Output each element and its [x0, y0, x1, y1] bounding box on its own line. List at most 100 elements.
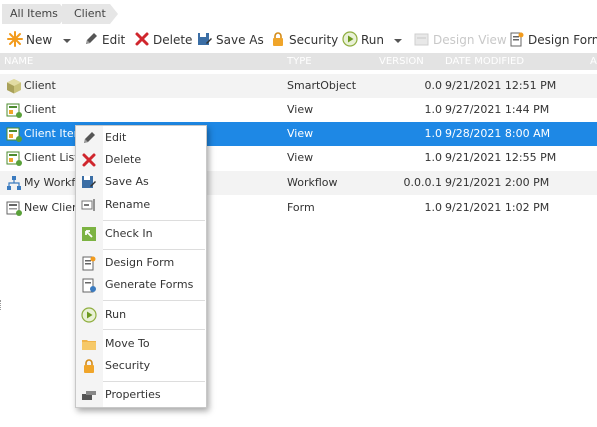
security-button[interactable]: Security — [270, 31, 338, 49]
design-view-button[interactable]: Design View — [414, 31, 507, 49]
pencil-icon — [86, 33, 97, 44]
smartobject-icon — [7, 79, 21, 94]
column-header-type[interactable]: TYPE — [287, 53, 312, 70]
delete-x-icon — [135, 32, 149, 46]
edit-label: Edit — [102, 33, 126, 47]
breadcrumb-client[interactable]: Client — [62, 4, 118, 24]
row-version: 1.0 — [424, 127, 443, 140]
lock-icon — [84, 359, 94, 373]
grid-header: NAME TYPE VERSION DATE MODIFIED A — [0, 53, 597, 70]
design-view-label: Design View — [433, 33, 507, 47]
breadcrumb: All Items Client — [0, 0, 597, 28]
run-play-icon — [81, 307, 97, 323]
menu-item-label: Rename — [105, 198, 151, 211]
menu-item-edit[interactable]: Edit — [76, 127, 206, 149]
save-as-icon — [82, 176, 96, 188]
menu-item-run[interactable]: Run — [76, 304, 206, 326]
menu-separator — [103, 300, 205, 301]
delete-label: Delete — [153, 33, 193, 47]
row-date: 9/27/2021 1:44 PM — [445, 103, 550, 116]
row-date: 9/28/2021 8:00 AM — [445, 127, 551, 140]
design-form-label: Design Form — [528, 33, 597, 47]
generate-forms-icon — [82, 278, 96, 293]
menu-item-security[interactable]: Security — [76, 355, 206, 377]
menu-item-save-as[interactable]: Save As — [76, 171, 206, 193]
design-form-icon — [510, 32, 524, 47]
delete-button[interactable]: Delete — [134, 31, 192, 49]
menu-item-check-in[interactable]: Check In — [76, 223, 206, 245]
row-date: 9/21/2021 1:02 PM — [445, 201, 550, 214]
run-label: Run — [361, 33, 385, 47]
design-form-button[interactable]: Design Form — [509, 31, 597, 49]
workflow-icon — [7, 176, 21, 190]
table-row[interactable]: Client SmartObject 0.0 9/21/2021 12:51 P… — [0, 74, 597, 98]
row-date: 9/21/2021 12:55 PM — [445, 151, 557, 164]
row-name: Client — [24, 103, 56, 116]
form-icon — [6, 201, 22, 216]
move-to-folder-icon — [82, 340, 96, 350]
menu-separator — [103, 381, 205, 382]
run-dropdown-chevron-icon[interactable] — [394, 39, 402, 43]
new-button[interactable]: New — [7, 31, 52, 49]
menu-separator — [103, 220, 205, 221]
edit-button[interactable]: Edit — [83, 31, 125, 49]
menu-item-design-form[interactable]: Design Form — [76, 252, 206, 274]
save-as-icon — [198, 33, 212, 45]
resize-hint — [0, 300, 3, 310]
pencil-icon — [84, 132, 95, 143]
view-icon — [6, 103, 22, 118]
row-date: 9/21/2021 12:51 PM — [445, 79, 557, 92]
menu-item-label: Check In — [105, 227, 153, 240]
menu-item-label: Save As — [105, 175, 149, 188]
row-version: 0.0 — [424, 79, 443, 92]
menu-item-move-to[interactable]: Move To — [76, 333, 206, 355]
menu-item-label: Move To — [105, 337, 150, 350]
row-type: Form — [287, 201, 315, 214]
lock-icon — [273, 32, 283, 46]
run-play-icon — [342, 31, 358, 47]
design-form-icon — [82, 256, 96, 271]
column-header-date-modified[interactable]: DATE MODIFIED — [445, 53, 524, 70]
view-icon — [6, 151, 22, 166]
menu-item-properties[interactable]: Properties — [76, 384, 206, 406]
breadcrumb-all-items[interactable]: All Items — [2, 4, 68, 24]
column-header-extra[interactable]: A — [590, 53, 597, 70]
toolbar: New Edit Delete Save As Security Run Des… — [0, 28, 597, 52]
row-date: 9/21/2021 2:00 PM — [445, 176, 550, 189]
row-name: Client List — [24, 151, 79, 164]
menu-item-label: Design Form — [105, 256, 175, 269]
menu-separator — [103, 329, 205, 330]
row-version: 1.0 — [424, 151, 443, 164]
row-type: Workflow — [287, 176, 338, 189]
design-view-icon — [414, 33, 429, 46]
context-menu: Edit Delete Save As Rename Check In Desi… — [75, 125, 207, 408]
save-as-button[interactable]: Save As — [197, 31, 264, 49]
properties-icon — [82, 391, 96, 400]
save-as-label: Save As — [216, 33, 264, 47]
check-in-icon — [82, 227, 96, 241]
new-sparkle-icon — [7, 31, 23, 47]
security-label: Security — [289, 33, 339, 47]
new-label: New — [26, 33, 53, 47]
row-type: View — [287, 127, 314, 140]
row-version: 1.0 — [424, 103, 443, 116]
menu-item-label: Edit — [105, 131, 127, 144]
column-header-version[interactable]: VERSION — [379, 53, 424, 70]
row-type: View — [287, 151, 314, 164]
row-type: SmartObject — [287, 79, 357, 92]
menu-item-label: Run — [105, 308, 127, 321]
menu-item-label: Delete — [105, 153, 142, 166]
new-dropdown-chevron-icon[interactable] — [63, 39, 71, 43]
menu-item-label: Security — [105, 359, 151, 372]
table-row[interactable]: Client View 1.0 9/27/2021 1:44 PM — [0, 98, 597, 122]
rename-icon — [81, 199, 95, 211]
menu-item-generate-forms[interactable]: Generate Forms — [76, 274, 206, 296]
menu-item-delete[interactable]: Delete — [76, 149, 206, 171]
column-header-name[interactable]: NAME — [4, 53, 33, 70]
menu-item-rename[interactable]: Rename — [76, 194, 206, 216]
delete-x-icon — [82, 153, 96, 167]
row-type: View — [287, 103, 314, 116]
run-button[interactable]: Run — [342, 31, 384, 49]
menu-separator — [103, 249, 205, 250]
view-icon — [6, 127, 22, 142]
